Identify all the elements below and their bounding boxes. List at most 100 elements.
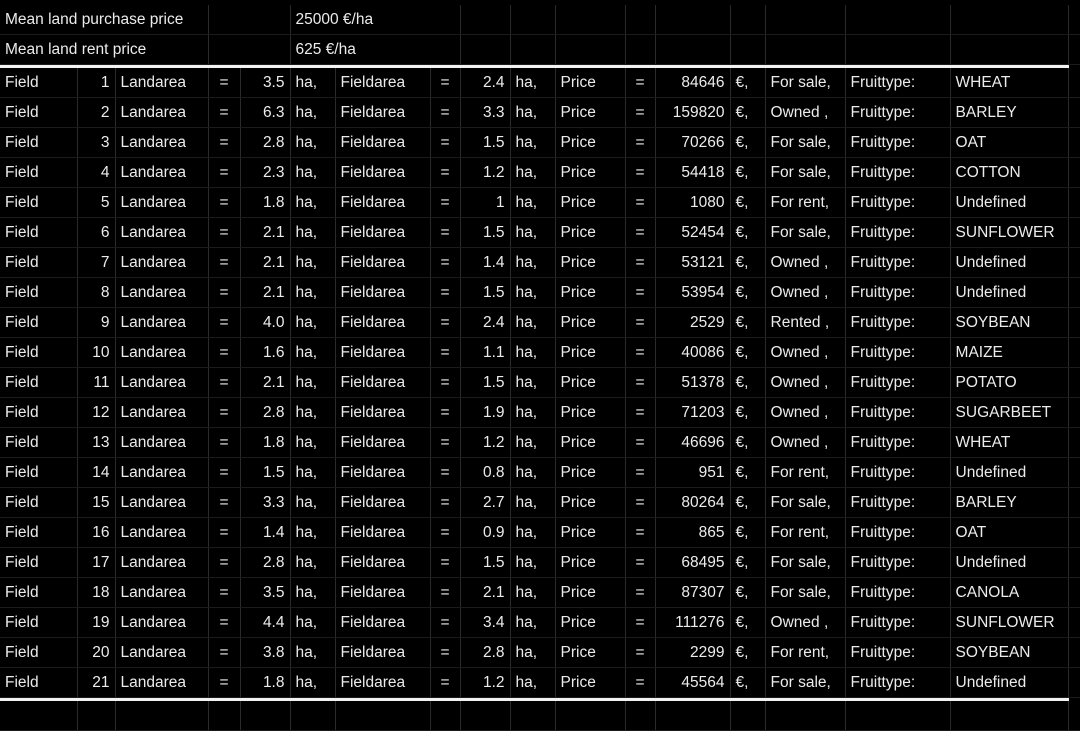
row-price-label: Price: [555, 368, 625, 398]
row-fruittype-label: Fruittype:: [845, 578, 950, 608]
row-fieldarea-label: Fieldarea: [335, 67, 430, 98]
row-landarea-label: Landarea: [115, 218, 208, 248]
row-fieldarea-label: Fieldarea: [335, 188, 430, 218]
row-price-unit: €,: [730, 368, 765, 398]
table-row[interactable]: Field4Landarea=2.3ha,Fieldarea=1.2ha,Pri…: [0, 158, 1080, 188]
row-field-label: Field: [0, 518, 77, 548]
row-fruittype-value: BARLEY: [950, 98, 1068, 128]
table-row[interactable]: Field15Landarea=3.3ha,Fieldarea=2.7ha,Pr…: [0, 488, 1080, 518]
row-price-label: Price: [555, 578, 625, 608]
empty-cell: [1068, 398, 1080, 428]
row-fieldarea-equals: =: [430, 488, 460, 518]
row-landarea-equals: =: [208, 458, 240, 488]
row-landarea-value: 2.8: [240, 398, 290, 428]
table-row[interactable]: Field3Landarea=2.8ha,Fieldarea=1.5ha,Pri…: [0, 128, 1080, 158]
table-row[interactable]: Field21Landarea=1.8ha,Fieldarea=1.2ha,Pr…: [0, 668, 1080, 698]
row-fruittype-label: Fruittype:: [845, 668, 950, 698]
table-row[interactable]: Field8Landarea=2.1ha,Fieldarea=1.5ha,Pri…: [0, 278, 1080, 308]
row-field-label: Field: [0, 578, 77, 608]
summary-label: Mean land rent price: [0, 35, 208, 65]
row-price-label: Price: [555, 308, 625, 338]
summary-row: Mean land rent price 625 €/ha: [0, 35, 1080, 65]
table-row[interactable]: Field19Landarea=4.4ha,Fieldarea=3.4ha,Pr…: [0, 608, 1080, 638]
table-row[interactable]: Field2Landarea=6.3ha,Fieldarea=3.3ha,Pri…: [0, 98, 1080, 128]
empty-cell: [765, 35, 845, 65]
row-fieldarea-value: 1.1: [460, 338, 510, 368]
empty-cell: [625, 35, 655, 65]
row-landarea-equals: =: [208, 67, 240, 98]
row-fieldarea-equals: =: [430, 668, 460, 698]
row-fieldarea-value: 0.9: [460, 518, 510, 548]
table-row[interactable]: Field9Landarea=4.0ha,Fieldarea=2.4ha,Pri…: [0, 308, 1080, 338]
empty-cell: [845, 35, 950, 65]
empty-cell: [625, 5, 655, 35]
row-field-label: Field: [0, 248, 77, 278]
row-fieldarea-value: 3.3: [460, 98, 510, 128]
row-landarea-equals: =: [208, 218, 240, 248]
table-row[interactable]: Field7Landarea=2.1ha,Fieldarea=1.4ha,Pri…: [0, 248, 1080, 278]
row-landarea-unit: ha,: [290, 518, 335, 548]
row-landarea-label: Landarea: [115, 308, 208, 338]
row-landarea-equals: =: [208, 338, 240, 368]
empty-cell: [655, 700, 730, 731]
row-field-index: 2: [77, 98, 115, 128]
empty-row[interactable]: [0, 700, 1080, 731]
row-fieldarea-equals: =: [430, 128, 460, 158]
row-fieldarea-equals: =: [430, 458, 460, 488]
table-row[interactable]: Field17Landarea=2.8ha,Fieldarea=1.5ha,Pr…: [0, 548, 1080, 578]
row-price-label: Price: [555, 608, 625, 638]
row-status: For sale,: [765, 668, 845, 698]
row-landarea-value: 1.8: [240, 428, 290, 458]
row-fieldarea-equals: =: [430, 218, 460, 248]
table-row[interactable]: Field13Landarea=1.8ha,Fieldarea=1.2ha,Pr…: [0, 428, 1080, 458]
row-price-value: 2299: [655, 638, 730, 668]
row-fruittype-label: Fruittype:: [845, 218, 950, 248]
row-price-equals: =: [625, 248, 655, 278]
table-row[interactable]: Field12Landarea=2.8ha,Fieldarea=1.9ha,Pr…: [0, 398, 1080, 428]
row-fieldarea-value: 1: [460, 188, 510, 218]
table-row[interactable]: Field14Landarea=1.5ha,Fieldarea=0.8ha,Pr…: [0, 458, 1080, 488]
empty-cell: [1068, 218, 1080, 248]
empty-cell: [845, 5, 950, 35]
row-field-label: Field: [0, 488, 77, 518]
row-landarea-unit: ha,: [290, 428, 335, 458]
row-status: Owned ,: [765, 368, 845, 398]
row-landarea-equals: =: [208, 578, 240, 608]
table-row[interactable]: Field10Landarea=1.6ha,Fieldarea=1.1ha,Pr…: [0, 338, 1080, 368]
empty-cell: [290, 700, 335, 731]
row-landarea-equals: =: [208, 668, 240, 698]
row-landarea-unit: ha,: [290, 248, 335, 278]
table-row[interactable]: Field20Landarea=3.8ha,Fieldarea=2.8ha,Pr…: [0, 638, 1080, 668]
empty-cell: [950, 5, 1068, 35]
row-landarea-value: 1.6: [240, 338, 290, 368]
row-price-unit: €,: [730, 278, 765, 308]
row-fieldarea-unit: ha,: [510, 518, 555, 548]
row-fruittype-value: Undefined: [950, 188, 1068, 218]
row-fieldarea-label: Fieldarea: [335, 98, 430, 128]
table-row[interactable]: Field18Landarea=3.5ha,Fieldarea=2.1ha,Pr…: [0, 578, 1080, 608]
row-status: Owned ,: [765, 98, 845, 128]
table-row[interactable]: Field11Landarea=2.1ha,Fieldarea=1.5ha,Pr…: [0, 368, 1080, 398]
row-status: Owned ,: [765, 428, 845, 458]
row-price-unit: €,: [730, 488, 765, 518]
row-price-label: Price: [555, 248, 625, 278]
row-fruittype-value: OAT: [950, 128, 1068, 158]
empty-cell: [1068, 67, 1080, 98]
summary-value: 625 €/ha: [290, 35, 460, 65]
row-price-unit: €,: [730, 578, 765, 608]
empty-cell: [730, 35, 765, 65]
row-fieldarea-equals: =: [430, 578, 460, 608]
row-landarea-value: 6.3: [240, 98, 290, 128]
table-row[interactable]: Field1Landarea=3.5ha,Fieldarea=2.4ha,Pri…: [0, 67, 1080, 98]
table-row[interactable]: Field16Landarea=1.4ha,Fieldarea=0.9ha,Pr…: [0, 518, 1080, 548]
row-fieldarea-equals: =: [430, 188, 460, 218]
empty-cell: [1068, 518, 1080, 548]
table-row[interactable]: Field6Landarea=2.1ha,Fieldarea=1.5ha,Pri…: [0, 218, 1080, 248]
empty-cell: [655, 5, 730, 35]
summary-label: Mean land purchase price: [0, 5, 208, 35]
row-fieldarea-value: 1.9: [460, 398, 510, 428]
table-row[interactable]: Field5Landarea=1.8ha,Fieldarea=1ha,Price…: [0, 188, 1080, 218]
row-field-label: Field: [0, 218, 77, 248]
empty-cell: [730, 700, 765, 731]
empty-cell: [555, 700, 625, 731]
